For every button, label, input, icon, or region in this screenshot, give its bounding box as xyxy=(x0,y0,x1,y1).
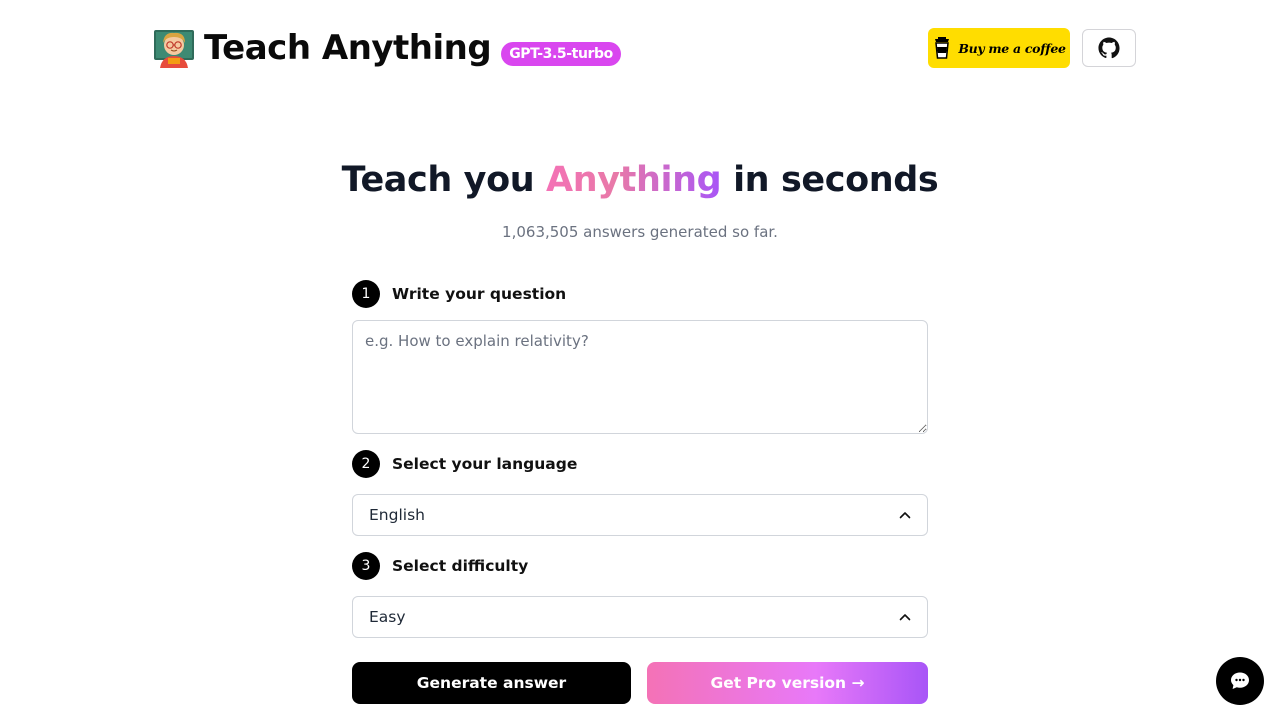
answers-counter: 1,063,505 answers generated so far. xyxy=(502,223,778,241)
chevron-up-icon xyxy=(899,512,911,519)
chevron-up-icon xyxy=(899,614,911,621)
title-highlight: Anything xyxy=(546,160,722,200)
step-1: 1 Write your question xyxy=(352,280,566,308)
model-badge: GPT-3.5-turbo xyxy=(501,42,621,66)
generate-answer-button[interactable]: Generate answer xyxy=(352,662,631,704)
language-select[interactable]: English xyxy=(352,494,928,536)
get-pro-version-button[interactable]: Get Pro version → xyxy=(647,662,928,704)
github-icon xyxy=(1098,37,1120,59)
step-2-number: 2 xyxy=(352,450,380,478)
coffee-label: Buy me a coffee xyxy=(958,40,1066,56)
brand-title: Teach Anything xyxy=(204,28,492,68)
title-before: Teach you xyxy=(341,160,547,200)
chat-bubble-icon xyxy=(1231,672,1249,689)
page-title: Teach you Anything in seconds xyxy=(0,157,1280,203)
language-selected-value: English xyxy=(369,506,425,524)
step-3-label: Select difficulty xyxy=(392,557,529,575)
step-1-number: 1 xyxy=(352,280,380,308)
coffee-cup-icon xyxy=(935,37,950,59)
chat-widget-button[interactable] xyxy=(1216,657,1264,705)
difficulty-select[interactable]: Easy xyxy=(352,596,928,638)
buy-me-a-coffee-button[interactable]: Buy me a coffee xyxy=(928,28,1070,68)
step-2-label: Select your language xyxy=(392,455,578,473)
teacher-emoji-icon xyxy=(154,30,194,68)
difficulty-selected-value: Easy xyxy=(369,608,406,626)
step-3: 3 Select difficulty xyxy=(352,552,528,580)
step-3-number: 3 xyxy=(352,552,380,580)
github-button[interactable] xyxy=(1082,29,1136,67)
step-1-label: Write your question xyxy=(392,285,567,303)
step-2: 2 Select your language xyxy=(352,450,577,478)
title-after: in seconds xyxy=(721,160,939,200)
header: Teach Anything GPT-3.5-turbo Buy me a co… xyxy=(0,0,1280,96)
question-input[interactable] xyxy=(352,320,928,434)
logo[interactable]: Teach Anything GPT-3.5-turbo xyxy=(154,28,621,68)
